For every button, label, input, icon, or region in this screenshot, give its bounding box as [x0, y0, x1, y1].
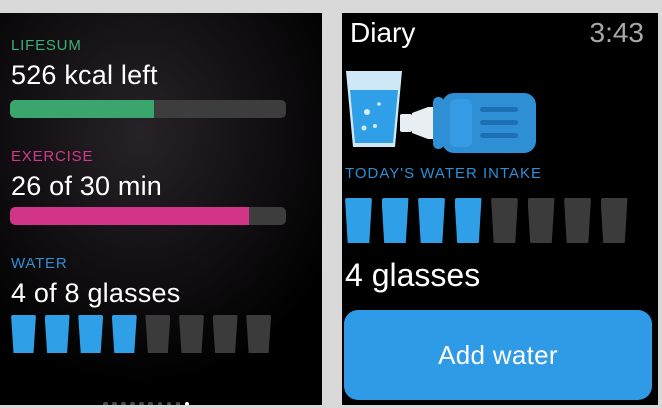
diary-screen: Diary 3:43 TODAY'S WATER INTAKE 4 glasse… [342, 13, 658, 405]
full-glass-icon [418, 198, 445, 243]
exercise-label: EXERCISE [11, 148, 94, 165]
empty-glass-icon [178, 315, 204, 353]
diary-glasses-row [345, 198, 637, 243]
clock-time: 3:43 [589, 17, 645, 48]
add-water-button[interactable]: Add water [344, 310, 652, 400]
summary-screen: LIFESUM 526 kcal left EXERCISE 26 of 30 … [0, 13, 322, 405]
calories-progress-bar [10, 100, 286, 118]
page-dot [157, 402, 163, 405]
empty-glass-icon [564, 198, 591, 243]
page-dot [121, 402, 126, 405]
water-intake-label: TODAY'S WATER INTAKE [345, 165, 543, 182]
full-glass-icon [78, 315, 104, 353]
page-dot [175, 402, 181, 405]
empty-glass-icon [212, 315, 238, 353]
empty-glass-icon [600, 198, 628, 243]
page-dot [103, 402, 108, 405]
exercise-progress-bar [10, 207, 286, 225]
page-dot [112, 402, 117, 405]
empty-glass-icon [527, 198, 555, 243]
water-glasses-text: 4 of 8 glasses [11, 278, 181, 308]
calories-left-text: 526 kcal left [11, 60, 158, 90]
page-dot [130, 402, 135, 405]
exercise-progress-fill [10, 207, 250, 225]
exercise-minutes-text: 26 of 30 min [11, 171, 162, 201]
water-glasses-row [11, 315, 280, 353]
page-dot [148, 402, 153, 405]
full-glass-icon [11, 315, 36, 353]
empty-glass-icon [246, 315, 272, 353]
full-glass-icon [111, 315, 137, 353]
full-glass-icon [454, 198, 482, 243]
glasses-count: 4 glasses [345, 257, 481, 293]
water-bottle-icon [400, 93, 536, 153]
water-glass-icon [346, 71, 402, 147]
calories-progress-fill [10, 100, 154, 118]
page-dot [184, 402, 190, 405]
water-label: WATER [11, 255, 68, 272]
full-glass-icon [44, 315, 70, 353]
full-glass-icon [381, 198, 409, 243]
full-glass-icon [345, 198, 372, 243]
page-dot [166, 402, 172, 405]
page-indicator [103, 402, 194, 405]
empty-glass-icon [145, 315, 171, 353]
page-dot [139, 402, 144, 405]
lifesum-label: LIFESUM [11, 37, 82, 54]
diary-title: Diary [350, 17, 416, 48]
empty-glass-icon [491, 198, 518, 243]
